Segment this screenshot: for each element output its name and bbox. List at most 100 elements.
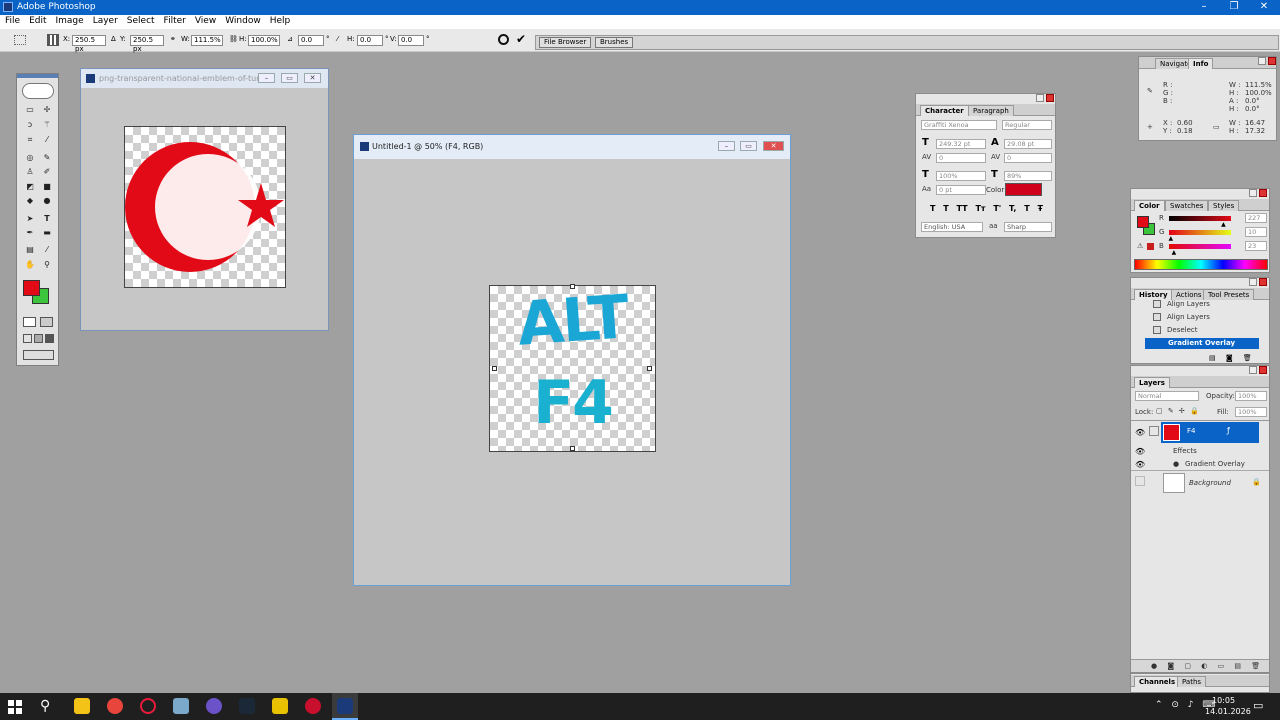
color-spectrum-bar[interactable] — [1134, 259, 1268, 270]
blue-slider-track[interactable] — [1169, 244, 1231, 249]
shape-icon[interactable]: ▬ — [41, 227, 53, 238]
minimize-button[interactable]: – — [1188, 0, 1220, 15]
screen-mode-full-icon[interactable] — [45, 334, 54, 343]
menu-select[interactable]: Select — [122, 15, 159, 26]
clock-date[interactable]: 14.01.2026 — [1205, 707, 1251, 716]
reference-point-icon[interactable] — [47, 34, 59, 46]
w-field[interactable]: 111.5% — [191, 35, 223, 46]
menu-help[interactable]: Help — [265, 15, 295, 26]
underline-button[interactable]: T — [1024, 204, 1029, 213]
jump-to-imageready-icon[interactable] — [23, 350, 54, 360]
visibility-eye-icon[interactable]: 👁 — [1135, 447, 1145, 456]
y-field[interactable]: 250.5 px — [130, 35, 164, 53]
menu-file[interactable]: File — [0, 15, 24, 26]
brush-icon[interactable]: ✎ — [41, 152, 53, 163]
tab-tool-presets[interactable]: Tool Presets — [1203, 289, 1255, 300]
font-style-select[interactable]: Regular — [1002, 120, 1052, 130]
small-caps-button[interactable]: Tт — [975, 204, 985, 213]
search-icon[interactable]: ⚲ — [40, 698, 50, 714]
effect-name[interactable]: Gradient Overlay — [1185, 460, 1245, 468]
strikethrough-button[interactable]: Ŧ — [1037, 204, 1042, 213]
menu-edit[interactable]: Edit — [24, 15, 50, 26]
menu-filter[interactable]: Filter — [159, 15, 190, 26]
move-icon[interactable]: ✢ — [41, 104, 53, 115]
doc1-minimize-button[interactable]: – — [258, 73, 275, 83]
blend-mode-select[interactable]: Normal — [1135, 391, 1199, 401]
dodge-icon[interactable]: ● — [41, 195, 53, 206]
faux-bold-button[interactable]: T — [930, 204, 935, 213]
transform-handle[interactable] — [570, 284, 575, 289]
doc2-maximize-button[interactable]: ▭ — [740, 141, 757, 151]
tab-swatches[interactable]: Swatches — [1165, 200, 1209, 211]
screen-mode-menu-icon[interactable] — [34, 334, 43, 343]
lasso-icon[interactable]: ↄ — [24, 119, 36, 130]
clone-stamp-icon[interactable]: ♙ — [24, 166, 36, 177]
app-icon[interactable] — [305, 698, 321, 714]
color-fg-swatch[interactable] — [1137, 216, 1149, 228]
chain-icon[interactable]: ⛓ — [229, 35, 238, 43]
vskew-field[interactable]: 0.0 — [398, 35, 424, 46]
healing-brush-icon[interactable]: ◎ — [24, 152, 36, 163]
all-caps-button[interactable]: TT — [957, 204, 968, 213]
foreground-color-swatch[interactable] — [23, 280, 40, 296]
history-item[interactable]: Deselect — [1167, 326, 1198, 334]
palette-close-icon[interactable] — [1259, 278, 1267, 286]
menu-image[interactable]: Image — [51, 15, 88, 26]
lock-icons[interactable]: ▢ ✎ ✢ 🔒 — [1156, 407, 1199, 415]
opera-icon[interactable] — [140, 698, 156, 714]
close-button[interactable]: ✕ — [1248, 0, 1280, 15]
commit-transform-icon[interactable]: ✔ — [516, 32, 526, 46]
menu-layer[interactable]: Layer — [88, 15, 122, 26]
layer-row-f4[interactable]: F4 ƒ — [1161, 422, 1259, 443]
history-item[interactable]: Align Layers — [1167, 300, 1210, 308]
magic-wand-icon[interactable]: ⚚ — [41, 119, 53, 130]
tab-styles[interactable]: Styles — [1208, 200, 1240, 211]
blur-icon[interactable]: ◆ — [24, 195, 36, 206]
app-icon[interactable] — [272, 698, 288, 714]
photoshop-eye-icon[interactable] — [22, 83, 54, 99]
restore-button[interactable]: ❐ — [1218, 0, 1250, 15]
file-explorer-icon[interactable] — [74, 698, 90, 714]
app-icon[interactable] — [173, 698, 189, 714]
language-select[interactable]: English: USA — [921, 222, 983, 232]
tab-character[interactable]: Character — [920, 105, 969, 116]
tracking-field[interactable]: 0 — [1004, 153, 1052, 163]
transform-handle[interactable] — [492, 366, 497, 371]
tab-actions[interactable]: Actions — [1171, 289, 1207, 300]
notes-icon[interactable]: ▤ — [24, 244, 36, 255]
hskew-field[interactable]: 0.0 — [357, 35, 383, 46]
font-family-select[interactable]: Graffiti Xenoa — [921, 120, 997, 130]
green-slider-track[interactable] — [1169, 230, 1231, 235]
tab-paths[interactable]: Paths — [1177, 676, 1207, 687]
emblem-canvas[interactable] — [124, 126, 286, 288]
tab-info[interactable]: Info — [1188, 58, 1214, 69]
notifications-icon[interactable]: ▭ — [1253, 699, 1263, 712]
palette-close-icon[interactable] — [1259, 189, 1267, 197]
kerning-field[interactable]: 0 — [936, 153, 986, 163]
doc1-close-button[interactable]: ✕ — [304, 73, 321, 83]
move-tool-icon[interactable] — [14, 35, 26, 45]
file-browser-tab[interactable]: File Browser — [539, 37, 592, 48]
blue-slider-thumb[interactable]: ▲ — [1172, 249, 1177, 256]
photoshop-taskbar-button[interactable] — [332, 693, 358, 720]
hand-icon[interactable]: ✋ — [24, 259, 36, 270]
doc2-close-button[interactable]: ✕ — [763, 141, 784, 151]
gradient-icon[interactable]: ■ — [41, 181, 53, 192]
tab-paragraph[interactable]: Paragraph — [968, 105, 1014, 116]
subscript-button[interactable]: T, — [1009, 204, 1016, 213]
font-size-field[interactable]: 249.32 pt — [936, 139, 986, 149]
h-field[interactable]: 100.0% — [248, 35, 280, 46]
path-selection-icon[interactable]: ➤ — [24, 213, 36, 224]
pen-icon[interactable]: ✒ — [24, 227, 36, 238]
text-color-swatch[interactable] — [1005, 183, 1042, 196]
standard-mode-icon[interactable] — [23, 317, 36, 327]
eyedropper-icon[interactable]: ⁄ — [41, 244, 53, 255]
doc2-minimize-button[interactable]: – — [718, 141, 735, 151]
palette-close-icon[interactable] — [1268, 57, 1276, 65]
text-style-buttons[interactable]: T T TT Tт T' T, T Ŧ — [930, 204, 1043, 213]
opacity-field[interactable]: 100% — [1235, 391, 1267, 401]
windows-start-icon[interactable] — [8, 700, 22, 714]
blue-value-field[interactable]: 23 — [1245, 241, 1267, 251]
history-item-selected[interactable]: Gradient Overlay — [1145, 338, 1259, 349]
green-slider-thumb[interactable]: ▲ — [1168, 235, 1173, 242]
